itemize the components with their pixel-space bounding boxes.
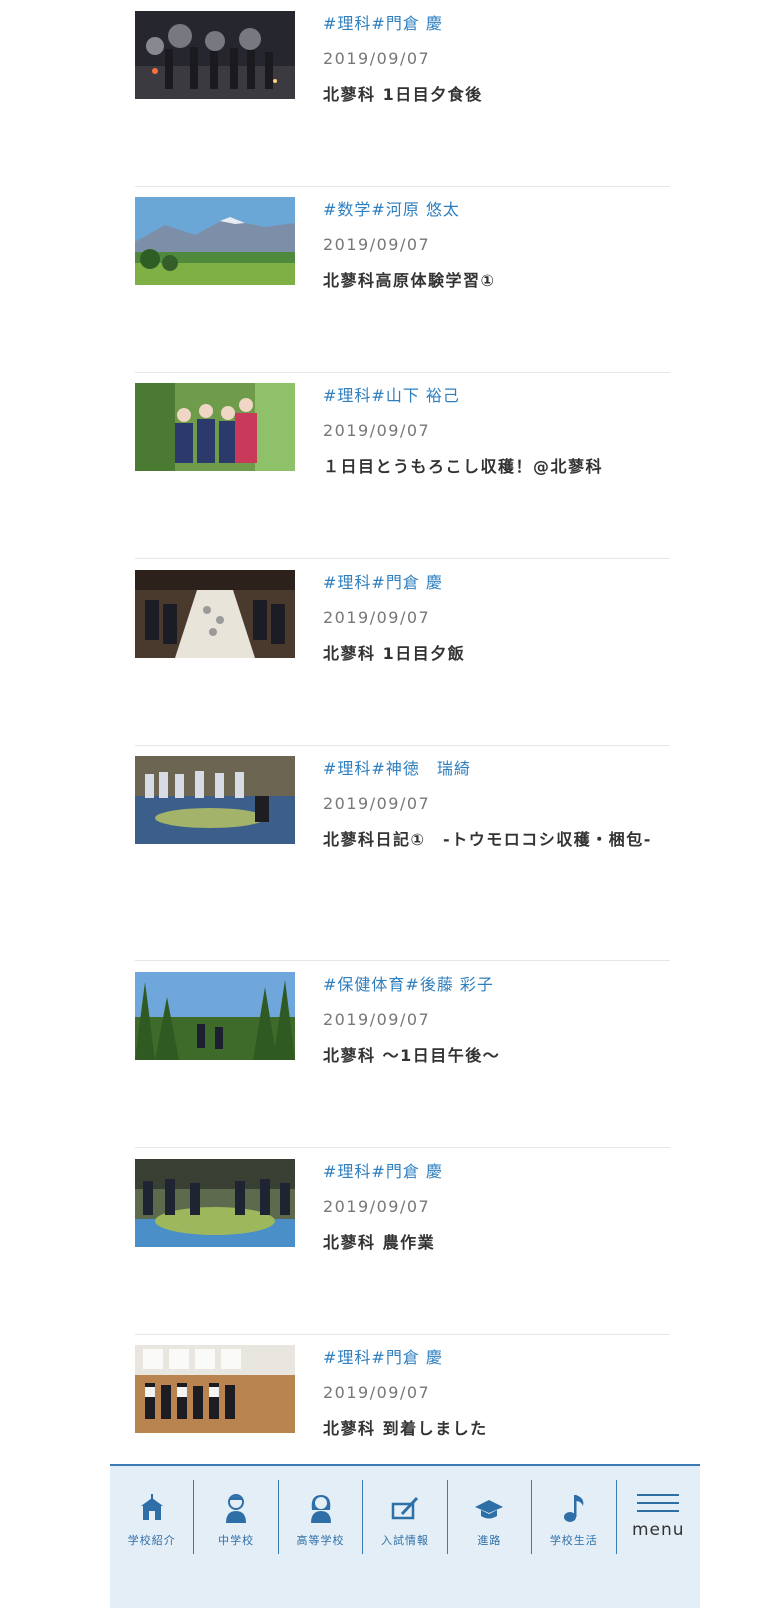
post-date: 2019/09/07 bbox=[323, 421, 431, 440]
hamburger-icon bbox=[637, 1494, 680, 1518]
post-tags: #数学#河原 悠太 bbox=[323, 198, 663, 222]
tag-link[interactable]: #門倉 慶 bbox=[371, 573, 443, 592]
tag-link[interactable]: #理科 bbox=[323, 1348, 371, 1367]
nav-item-admissions[interactable]: 入試情報 bbox=[363, 1480, 448, 1554]
post-thumbnail[interactable] bbox=[135, 383, 295, 471]
post-title[interactable]: 北蓼科 到着しました bbox=[323, 1414, 663, 1444]
nav-label: 学校紹介 bbox=[127, 1534, 176, 1547]
post-date: 2019/09/07 bbox=[323, 1197, 431, 1216]
nav-item-school-life[interactable]: 学校生活 bbox=[532, 1480, 617, 1554]
post-thumbnail[interactable] bbox=[135, 972, 295, 1060]
list-item[interactable]: #数学#河原 悠太 2019/09/07 北蓼科高原体験学習① bbox=[135, 186, 670, 373]
post-title[interactable]: １日目とうもろこし収穫！@北蓼科 bbox=[323, 452, 663, 482]
tag-link[interactable]: #門倉 慶 bbox=[371, 14, 443, 33]
list-item[interactable]: #理科#門倉 慶 2019/09/07 北蓼科 農作業 bbox=[135, 1148, 670, 1335]
tag-link[interactable]: #保健体育 bbox=[323, 975, 405, 994]
post-title[interactable]: 北蓼科 ～1日目午後～ bbox=[323, 1041, 663, 1071]
tag-link[interactable]: #理科 bbox=[323, 573, 371, 592]
pen-notebook-icon bbox=[391, 1496, 419, 1520]
tag-link[interactable]: #理科 bbox=[323, 14, 371, 33]
post-date: 2019/09/07 bbox=[323, 235, 431, 254]
tag-link[interactable]: #理科 bbox=[323, 759, 371, 778]
post-date: 2019/09/07 bbox=[323, 1383, 431, 1402]
post-thumbnail[interactable] bbox=[135, 197, 295, 285]
nav-item-career[interactable]: 進路 bbox=[448, 1480, 533, 1554]
post-title[interactable]: 北蓼科 農作業 bbox=[323, 1228, 663, 1258]
students-cornfield-image bbox=[135, 383, 295, 471]
nav-item-high-school[interactable]: 高等学校 bbox=[279, 1480, 364, 1554]
post-title[interactable]: 北蓼科日記① -トウモロコシ収穫・梱包- bbox=[323, 825, 663, 855]
mountain-landscape-image bbox=[135, 197, 295, 285]
post-thumbnail[interactable] bbox=[135, 1159, 295, 1247]
nav-label: 高等学校 bbox=[296, 1534, 345, 1547]
tag-link[interactable]: #門倉 慶 bbox=[371, 1348, 443, 1367]
tag-link[interactable]: #山下 裕己 bbox=[371, 386, 460, 405]
post-tags: #理科#神徳 瑞綺 bbox=[323, 757, 663, 781]
tall-corn-image bbox=[135, 972, 295, 1060]
post-date: 2019/09/07 bbox=[323, 49, 431, 68]
post-thumbnail[interactable] bbox=[135, 570, 295, 658]
list-item[interactable]: #理科#神徳 瑞綺 2019/09/07 北蓼科日記① -トウモロコシ収穫・梱包… bbox=[135, 745, 670, 961]
graduation-cap-icon bbox=[475, 1500, 504, 1519]
post-date: 2019/09/07 bbox=[323, 608, 431, 627]
nav-item-junior-high[interactable]: 中学校 bbox=[194, 1480, 279, 1554]
boy-student-icon bbox=[226, 1494, 247, 1523]
post-tags: #理科#門倉 慶 bbox=[323, 1346, 663, 1370]
gymnasium-image bbox=[135, 1345, 295, 1433]
list-item[interactable]: #理科#門倉 慶 2019/09/07 北蓼科 1日目夕飯 bbox=[135, 559, 670, 746]
post-tags: #保健体育#後藤 彩子 bbox=[323, 973, 663, 997]
post-thumbnail[interactable] bbox=[135, 1345, 295, 1433]
nav-item-school-intro[interactable]: 学校紹介 bbox=[110, 1480, 195, 1554]
menu-button[interactable]: menu bbox=[617, 1480, 700, 1554]
menu-label: menu bbox=[631, 1520, 685, 1540]
post-thumbnail[interactable] bbox=[135, 11, 295, 99]
tag-link[interactable]: #理科 bbox=[323, 386, 371, 405]
nav-label: 学校生活 bbox=[549, 1534, 598, 1547]
post-tags: #理科#門倉 慶 bbox=[323, 571, 663, 595]
tag-link[interactable]: #数学 bbox=[323, 200, 371, 219]
post-tags: #理科#門倉 慶 bbox=[323, 12, 663, 36]
post-thumbnail[interactable] bbox=[135, 756, 295, 844]
post-title[interactable]: 北蓼科高原体験学習① bbox=[323, 266, 663, 296]
tag-link[interactable]: #後藤 彩子 bbox=[405, 975, 494, 994]
list-item[interactable]: #理科#門倉 慶 2019/09/07 北蓼科 1日目夕食後 bbox=[135, 0, 670, 187]
corn-on-tarp-image bbox=[135, 756, 295, 844]
nav-label: 進路 bbox=[477, 1534, 502, 1547]
post-date: 2019/09/07 bbox=[323, 1010, 431, 1029]
post-title[interactable]: 北蓼科 1日目夕飯 bbox=[323, 639, 663, 669]
nav-label: 入試情報 bbox=[380, 1534, 429, 1547]
post-tags: #理科#山下 裕己 bbox=[323, 384, 663, 408]
post-tags: #理科#門倉 慶 bbox=[323, 1160, 663, 1184]
tag-link[interactable]: #神徳 瑞綺 bbox=[371, 759, 470, 778]
tag-link[interactable]: #河原 悠太 bbox=[371, 200, 460, 219]
tag-link[interactable]: #門倉 慶 bbox=[371, 1162, 443, 1181]
school-building-icon bbox=[140, 1494, 163, 1520]
night-sparklers-image bbox=[135, 11, 295, 99]
farm-work-image bbox=[135, 1159, 295, 1247]
girl-student-icon bbox=[310, 1495, 331, 1523]
tag-link[interactable]: #理科 bbox=[323, 1162, 371, 1181]
post-date: 2019/09/07 bbox=[323, 794, 431, 813]
bottom-nav-bar: 学校紹介 中学校 高等学校 入試情報 進路 学校生活 menu bbox=[110, 1464, 700, 1608]
post-title[interactable]: 北蓼科 1日目夕食後 bbox=[323, 80, 663, 110]
dinner-hall-image bbox=[135, 570, 295, 658]
list-item[interactable]: #保健体育#後藤 彩子 2019/09/07 北蓼科 ～1日目午後～ bbox=[135, 961, 670, 1148]
music-note-icon bbox=[563, 1495, 584, 1522]
nav-label: 中学校 bbox=[218, 1534, 255, 1547]
list-item[interactable]: #理科#山下 裕己 2019/09/07 １日目とうもろこし収穫！@北蓼科 bbox=[135, 372, 670, 559]
